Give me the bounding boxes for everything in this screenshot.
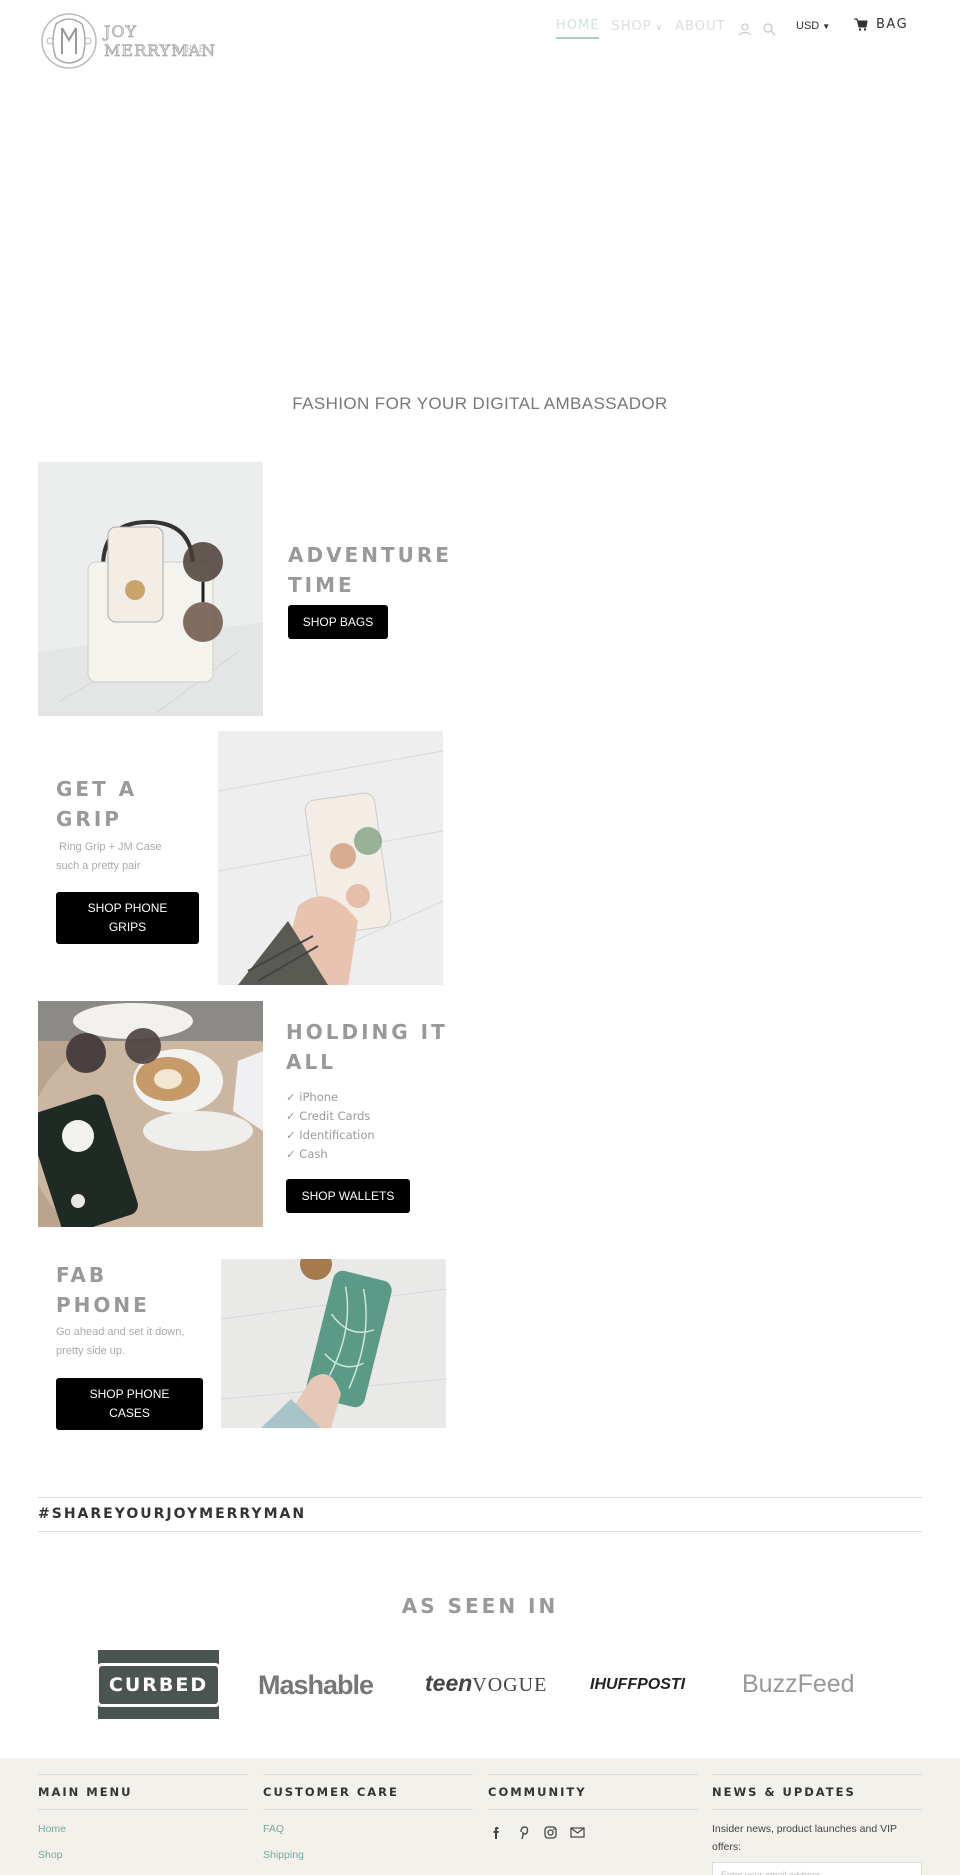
teen-vogue-logo: teenVOGUE <box>425 1670 547 1697</box>
shop-phone-cases-line-2: CASES <box>109 1406 150 1420</box>
instagram-icon[interactable] <box>542 1824 559 1841</box>
nav-about[interactable]: ABOUT <box>675 19 725 38</box>
footer-news: NEWS & UPDATES Insider news, product lau… <box>712 1774 922 1875</box>
email-icon[interactable] <box>569 1824 586 1841</box>
fab-title-line-1: FAB <box>56 1263 108 1287</box>
adventure-title-line-2: TIME <box>288 573 355 597</box>
newsletter-email-field[interactable]: Enter your email address... <box>712 1862 922 1875</box>
currency-value: USD <box>796 20 820 32</box>
hero-tagline: FASHION FOR YOUR DIGITAL AMBASSADOR <box>292 394 668 413</box>
footer-main-menu: MAIN MENU Home Shop <box>38 1774 248 1861</box>
search-icon[interactable] <box>761 21 777 37</box>
shop-phone-grips-button[interactable]: SHOP PHONE GRIPS <box>56 892 199 944</box>
store-logo[interactable]: JOY MERRYMAN STORE <box>38 10 250 72</box>
holding-title-line-1: HOLDING IT <box>286 1020 448 1044</box>
shop-phone-cases-button[interactable]: SHOP PHONE CASES <box>56 1378 203 1430</box>
footer-customer-care-title: CUSTOMER CARE <box>263 1774 473 1810</box>
grip-subtitle-line-2: such a pretty pair <box>56 860 141 872</box>
grip-subtitle-line-1: Ring Grip + JM Case <box>56 841 162 853</box>
curbed-logo-text: CURBED <box>95 1662 222 1707</box>
teen-vogue-teen-text: teen <box>425 1670 473 1696</box>
bag-button[interactable]: BAG <box>854 17 908 32</box>
footer-link-faq[interactable]: FAQ <box>263 1823 473 1835</box>
adventure-title: ADVENTURE TIME <box>288 540 452 600</box>
share-hashtag[interactable]: #SHAREYOURJOYMERRYMAN <box>38 1506 306 1522</box>
fab-subtitle-line-2: pretty side up. <box>56 1345 126 1357</box>
mashable-logo: Mashable <box>258 1670 374 1700</box>
nav-home[interactable]: HOME <box>556 18 600 39</box>
nav-shop[interactable]: SHOP ∨ <box>611 19 663 38</box>
bag-label: BAG <box>876 17 909 32</box>
site-footer: MAIN MENU Home Shop CUSTOMER CARE FAQ Sh… <box>0 1758 960 1875</box>
footer-main-menu-title: MAIN MENU <box>38 1774 248 1810</box>
grip-title: GET A GRIP <box>56 774 137 834</box>
shop-phone-grips-line-1: SHOP PHONE <box>87 901 168 915</box>
buzzfeed-logo: BuzzFeed <box>742 1670 855 1698</box>
footer-link-shop[interactable]: Shop <box>38 1849 248 1861</box>
chevron-down-icon: ∨ <box>655 23 664 33</box>
huffpost-logo: IHUFFPOSTI <box>590 1676 686 1693</box>
footer-community: COMMUNITY <box>488 1774 698 1841</box>
feature-item: ✓ Identification <box>286 1128 375 1142</box>
grip-title-line-2: GRIP <box>56 807 122 831</box>
caret-down-icon: ▼ <box>822 22 831 31</box>
shop-phone-grips-line-2: GRIPS <box>108 920 147 934</box>
pinterest-icon[interactable] <box>515 1824 532 1841</box>
logo-store-text: STORE <box>148 45 211 55</box>
nav-shop-label: SHOP <box>611 19 652 34</box>
monogram-crest-icon <box>41 13 97 69</box>
site-header: JOY MERRYMAN STORE HOME SHOP ∨ ABOUT USD ▼… <box>0 0 960 80</box>
fab-title: FAB PHONE <box>56 1260 150 1320</box>
share-hashtag-bar: #SHAREYOURJOYMERRYMAN <box>38 1497 922 1532</box>
fab-subtitle-line-1: Go ahead and set it down, <box>56 1326 185 1338</box>
grip-subtitle: Ring Grip + JM Case such a pretty pair <box>56 838 161 876</box>
footer-community-title: COMMUNITY <box>488 1774 698 1810</box>
phone-grip-photo[interactable] <box>218 731 443 985</box>
main-nav: HOME SHOP ∨ ABOUT <box>556 18 785 39</box>
as-seen-in-title: AS SEEN IN <box>401 1594 559 1618</box>
fab-subtitle: Go ahead and set it down, pretty side up… <box>56 1323 184 1361</box>
currency-selector[interactable]: USD ▼ <box>796 20 830 32</box>
press-logos: CURBED Mashable teenVOGUE IHUFFPOSTI Buz… <box>95 1650 898 1720</box>
shop-wallets-button[interactable]: SHOP WALLETS <box>286 1179 410 1213</box>
wallet-features-list: ✓ iPhone ✓ Credit Cards ✓ Identification… <box>286 1088 375 1164</box>
social-icons <box>488 1824 698 1841</box>
footer-news-title: NEWS & UPDATES <box>712 1774 922 1810</box>
shop-bags-button[interactable]: SHOP BAGS <box>288 605 388 639</box>
grip-title-line-1: GET A <box>56 777 138 801</box>
teen-vogue-vogue-text: VOGUE <box>472 1674 548 1696</box>
shop-phone-cases-line-1: SHOP PHONE <box>89 1387 170 1401</box>
holding-title-line-2: ALL <box>286 1050 336 1074</box>
adventure-title-line-1: ADVENTURE <box>288 543 452 567</box>
phone-case-photo[interactable] <box>221 1259 446 1428</box>
fab-title-line-2: PHONE <box>56 1293 150 1317</box>
account-icon[interactable] <box>737 21 753 37</box>
feature-item: ✓ iPhone <box>286 1090 339 1104</box>
feature-item: ✓ Credit Cards <box>286 1109 371 1123</box>
wallet-coffee-photo[interactable] <box>38 1001 263 1227</box>
facebook-icon[interactable] <box>488 1824 505 1841</box>
holding-title: HOLDING IT ALL <box>286 1017 448 1077</box>
feature-item: ✓ Cash <box>286 1147 328 1161</box>
bag-photo[interactable] <box>38 462 263 716</box>
footer-link-home[interactable]: Home <box>38 1823 248 1835</box>
curbed-logo: CURBED <box>95 1650 222 1719</box>
cart-icon <box>854 18 868 31</box>
footer-customer-care: CUSTOMER CARE FAQ Shipping <box>263 1774 473 1861</box>
footer-link-shipping[interactable]: Shipping <box>263 1849 473 1861</box>
footer-news-text: Insider news, product launches and VIP o… <box>712 1823 897 1853</box>
